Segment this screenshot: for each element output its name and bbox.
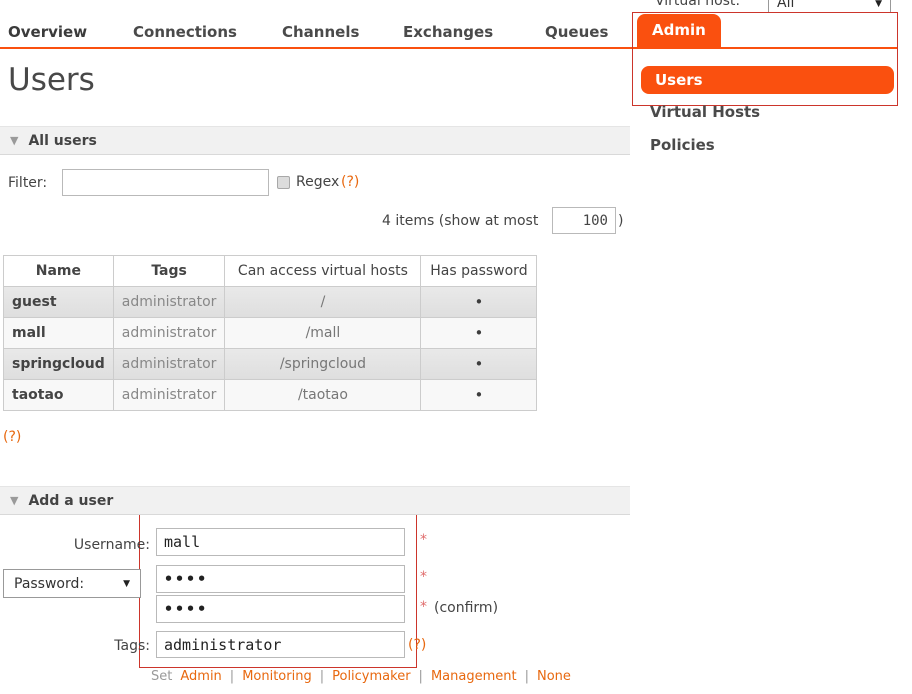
users-table-help-link[interactable]: (?): [3, 429, 21, 445]
user-tags: administrator: [113, 349, 225, 380]
column-header-tags: Tags: [113, 256, 225, 287]
chevron-down-icon: ▼: [875, 0, 882, 11]
username-label: Username:: [40, 537, 150, 553]
user-tags: administrator: [113, 287, 225, 318]
user-link-taotao[interactable]: taotao: [4, 380, 114, 411]
virtual-host-select[interactable]: All ▼: [768, 0, 891, 13]
column-header-name: Name: [4, 256, 114, 287]
tag-link-policymaker[interactable]: Policymaker: [332, 669, 410, 684]
username-input[interactable]: [156, 528, 405, 556]
sidebar-item-policies[interactable]: Policies: [650, 136, 715, 154]
confirm-label: (confirm): [434, 600, 498, 616]
table-row-springcloud: springcloud administrator /springcloud •: [4, 349, 537, 380]
regex-checkbox[interactable]: [277, 176, 290, 189]
tab-queues[interactable]: Queues: [545, 23, 608, 41]
nav-underline: [0, 47, 898, 49]
filter-input[interactable]: [62, 169, 269, 196]
section-title-all-users: All users: [28, 133, 96, 149]
show-at-most-input[interactable]: [552, 207, 616, 234]
collapse-triangle-icon: ▼: [10, 494, 18, 507]
tab-channels[interactable]: Channels: [282, 23, 359, 41]
sidebar-item-users-active[interactable]: Users: [641, 66, 894, 94]
separator: |: [525, 669, 529, 684]
tag-link-management[interactable]: Management: [431, 669, 517, 684]
section-header-add-a-user[interactable]: ▼ Add a user: [0, 486, 630, 515]
required-asterisk: *: [420, 569, 427, 585]
password-confirm-input[interactable]: [156, 595, 405, 623]
table-row-mall: mall administrator /mall •: [4, 318, 537, 349]
users-table: Name Tags Can access virtual hosts Has p…: [3, 255, 537, 411]
has-password-dot-icon: •: [421, 318, 537, 349]
items-count-suffix: ): [618, 213, 623, 229]
rabbitmq-admin-users-page: Virtual host: All ▼ Overview Connections…: [0, 0, 912, 694]
separator: |: [419, 669, 423, 684]
has-password-dot-icon: •: [421, 287, 537, 318]
sidebar-item-virtual-hosts[interactable]: Virtual Hosts: [650, 103, 760, 121]
column-header-has-password: Has password: [421, 256, 537, 287]
tag-link-monitoring[interactable]: Monitoring: [242, 669, 312, 684]
user-link-mall[interactable]: mall: [4, 318, 114, 349]
tags-help-link[interactable]: (?): [408, 637, 426, 653]
virtual-host-label: Virtual host:: [655, 0, 740, 9]
password-input[interactable]: [156, 565, 405, 593]
tab-exchanges[interactable]: Exchanges: [403, 23, 493, 41]
user-vhosts: /: [225, 287, 421, 318]
required-asterisk: *: [420, 532, 427, 548]
user-link-guest[interactable]: guest: [4, 287, 114, 318]
has-password-dot-icon: •: [421, 349, 537, 380]
required-asterisk: *: [420, 599, 427, 615]
virtual-host-selected-value: All: [777, 0, 794, 11]
set-label: Set: [151, 669, 172, 684]
regex-help-link[interactable]: (?): [341, 174, 359, 190]
filter-label: Filter:: [8, 175, 47, 191]
collapse-triangle-icon: ▼: [10, 134, 18, 147]
user-vhosts: /springcloud: [225, 349, 421, 380]
set-tags-row: Set Admin | Monitoring | Policymaker | M…: [151, 669, 571, 684]
page-title: Users: [8, 62, 95, 98]
tags-label: Tags:: [60, 638, 150, 654]
table-row-taotao: taotao administrator /taotao •: [4, 380, 537, 411]
user-tags: administrator: [113, 380, 225, 411]
table-header-row: Name Tags Can access virtual hosts Has p…: [4, 256, 537, 287]
tag-link-admin[interactable]: Admin: [180, 669, 221, 684]
items-count-text: 4 items (show at most: [382, 213, 538, 229]
chevron-down-icon: ▼: [123, 579, 130, 589]
table-row-guest: guest administrator / •: [4, 287, 537, 318]
tab-connections[interactable]: Connections: [133, 23, 237, 41]
user-vhosts: /mall: [225, 318, 421, 349]
column-header-vhosts: Can access virtual hosts: [225, 256, 421, 287]
section-header-all-users[interactable]: ▼ All users: [0, 126, 630, 155]
password-type-select[interactable]: Password: ▼: [3, 569, 141, 598]
tag-link-none[interactable]: None: [537, 669, 571, 684]
separator: |: [320, 669, 324, 684]
regex-label: Regex: [296, 174, 339, 190]
user-link-springcloud[interactable]: springcloud: [4, 349, 114, 380]
user-vhosts: /taotao: [225, 380, 421, 411]
section-title-add-a-user: Add a user: [28, 493, 113, 509]
user-tags: administrator: [113, 318, 225, 349]
has-password-dot-icon: •: [421, 380, 537, 411]
password-select-value: Password:: [14, 576, 84, 592]
tab-overview[interactable]: Overview: [8, 23, 87, 41]
tab-admin-active[interactable]: Admin: [637, 14, 721, 47]
separator: |: [230, 669, 234, 684]
tags-input[interactable]: [156, 631, 405, 658]
